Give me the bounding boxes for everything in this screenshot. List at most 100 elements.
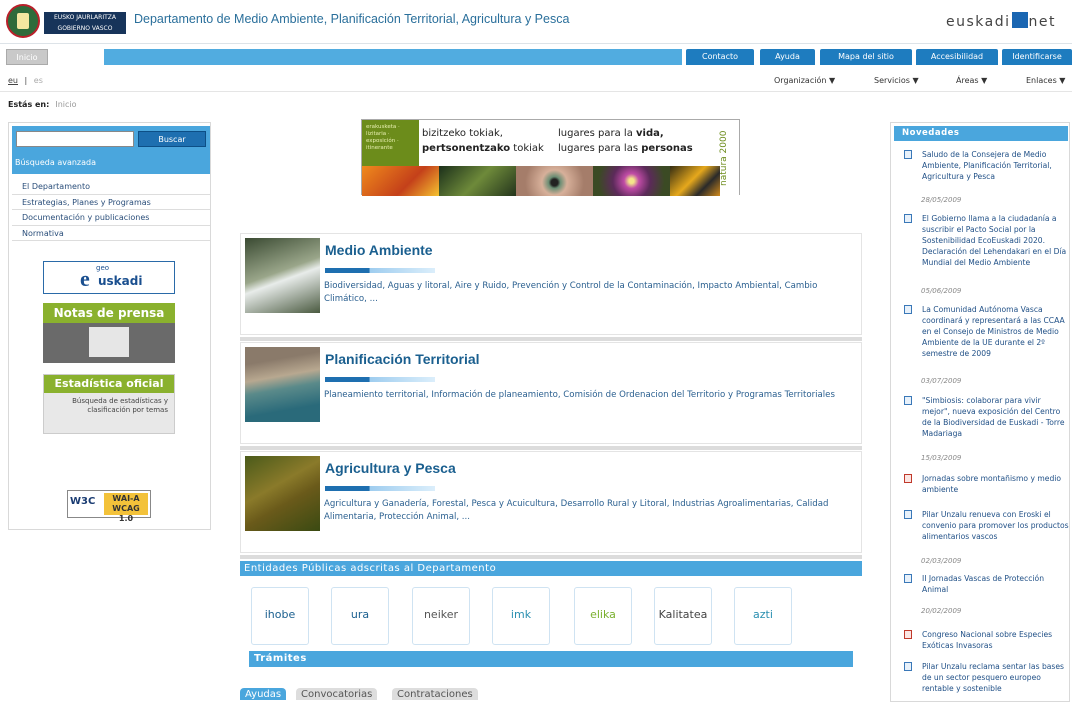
section-desc-planificacion[interactable]: Planeamiento territorial, Información de… [324,389,844,402]
estadistica-oficial-label: Estadística oficial [44,375,174,393]
hero-es-line2: lugares para las personas [558,141,716,156]
wai-a-text: WAI-A [112,494,140,503]
pdf-icon [904,630,912,639]
section-desc-agricultura[interactable]: Agricultura y Ganadería, Forestal, Pesca… [324,498,844,524]
salamander-photo [670,166,720,196]
euskadinet-logo-left: euskadi [946,14,1011,30]
news-date: 03/07/2009 [921,377,962,385]
department-title[interactable]: Departamento de Medio Ambiente, Planific… [134,12,569,26]
news-text: Pilar Unzalu renueva con Eroski el conve… [922,510,1069,541]
news-text: Jornadas sobre montañismo y medio ambien… [922,474,1062,494]
press-image [89,327,129,357]
entity-logo-6[interactable]: azti [734,587,792,645]
section-title-planificacion[interactable]: Planificación Territorial [325,351,480,367]
advanced-search-link[interactable]: Búsqueda avanzada [15,158,96,167]
tramites-header: Trámites [249,651,853,667]
menu-organizacion-label: Organización [774,76,827,85]
left-menu-item-estrategias[interactable]: Estrategias, Planes y Programas [12,195,210,210]
tab-contrataciones[interactable]: Contrataciones [392,688,478,700]
gobierno-vasco-seal-icon [6,4,40,38]
entity-name: ihobe [264,608,296,621]
entidades-header: Entidades Públicas adscritas al Departam… [240,561,862,576]
news-text: Pilar Unzalu reclama sentar las bases de… [922,662,1064,693]
estadistica-oficial-banner[interactable]: Estadística oficial Búsqueda de estadíst… [43,374,175,434]
contacto-button[interactable]: Contacto [686,49,754,65]
hero-es-line2-text: lugares para las [558,143,639,154]
search-button[interactable]: Buscar [138,131,206,147]
wcag-text: WCAG 1.0 [112,504,140,523]
entity-name: imk [510,608,532,621]
news-text: La Comunidad Autónoma Vasca coordinará y… [922,305,1065,358]
inicio-button[interactable]: Inicio [6,49,48,65]
section-title-agricultura[interactable]: Agricultura y Pesca [325,460,456,476]
left-menu-item-departamento[interactable]: El Departamento [12,179,210,195]
hero-es-line1-text: lugares para la [558,128,633,139]
entity-name: azti [753,608,773,621]
medio-ambiente-image [245,238,320,313]
section-bar [325,268,435,273]
gobierno-vasco-logo[interactable]: EUSKO JAURLARITZA GOBIERNO VASCO [6,4,126,38]
plant-photo [439,166,516,196]
page-icon [904,150,912,159]
hero-es-line1: lugares para la vida, [558,126,716,141]
lang-es-link[interactable]: es [34,76,43,85]
breadcrumb: Estás en: Inicio [8,100,77,109]
menu-areas[interactable]: Áreas ▼ [956,76,987,85]
gov-name: EUSKO JAURLARITZA GOBIERNO VASCO [44,12,126,34]
accesibilidad-button[interactable]: Accesibilidad [916,49,998,65]
section-planificacion-territorial: Planificación Territorial Planeamiento t… [240,342,862,444]
entity-logo-5[interactable]: Kalitatea [654,587,712,645]
notas-de-prensa-banner[interactable]: Notas de prensa [43,303,175,363]
euskadinet-logo[interactable]: euskadi net [946,12,1056,30]
sub-navigation: eu | es Organización ▼ Servicios ▼ Áreas… [0,70,1072,92]
tab-convocatorias[interactable]: Convocatorias [296,688,378,700]
agricultura-image [245,456,320,531]
entity-logo-1[interactable]: ura [331,587,389,645]
top-navigation: Inicio Contacto Ayuda Mapa del sitio Acc… [0,47,1072,67]
nav-strip [104,49,682,65]
search-input[interactable] [16,131,134,147]
w3c-wai-badge[interactable]: W3C WAI-A WCAG 1.0 [67,490,151,523]
section-desc-medio-ambiente[interactable]: Biodiversidad, Aguas y litoral, Aire y R… [324,280,844,306]
entity-name: ura [350,608,370,621]
estadistica-description: Búsqueda de estadísticas y clasificación… [72,397,168,414]
section-divider [240,446,862,450]
news-date: 05/06/2009 [921,287,962,295]
page-icon [904,305,912,314]
caret-down-icon: ▼ [1059,76,1066,85]
left-menu-item-normativa[interactable]: Normativa [12,226,210,241]
entity-name: elika [590,608,616,621]
entity-logo-3[interactable]: imk [492,587,550,645]
natura-2000-label: natura 2000 [719,120,739,196]
lang-eu-link[interactable]: eu [8,76,18,85]
news-date: 15/03/2009 [921,454,962,462]
menu-organizacion[interactable]: Organización ▼ [774,76,835,85]
identificarse-button[interactable]: Identificarse [1002,49,1072,65]
news-text: Saludo de la Consejera de Medio Ambiente… [922,150,1052,181]
geoeuskadi-banner[interactable]: e geo uskadi [43,261,175,294]
caret-down-icon: ▼ [912,76,919,85]
news-text: II Jornadas Vascas de Protección Animal [922,574,1045,594]
geoeuskadi-word: uskadi [98,274,143,288]
tab-ayudas[interactable]: Ayudas [240,688,287,700]
news-text: Congreso Nacional sobre Especies Exótica… [922,630,1053,650]
natura-2000-banner[interactable]: erakusketa · lizitaria · exposición · it… [361,119,740,196]
hero-es-line1-bold: vida, [636,128,664,139]
entity-name: neiker [423,608,459,621]
breadcrumb-inicio[interactable]: Inicio [55,100,76,109]
menu-servicios[interactable]: Servicios ▼ [874,76,919,85]
flower-photo [362,166,439,196]
entity-logo-0[interactable]: ihobe [251,587,309,645]
caret-down-icon: ▼ [828,76,836,85]
exposicion-label: erakusketa · lizitaria · exposición · it… [362,120,419,166]
entity-logo-2[interactable]: neiker [412,587,470,645]
left-menu: El Departamento Estrategias, Planes y Pr… [12,179,210,241]
menu-enlaces[interactable]: Enlaces ▼ [1026,76,1065,85]
left-menu-item-documentacion[interactable]: Documentación y publicaciones [12,210,210,226]
caret-down-icon: ▼ [981,76,988,85]
pdf-icon [904,474,912,483]
entity-logo-4[interactable]: elika [574,587,632,645]
mapa-del-sitio-button[interactable]: Mapa del sitio [820,49,912,65]
ayuda-button[interactable]: Ayuda [760,49,815,65]
section-title-medio-ambiente[interactable]: Medio Ambiente [325,242,433,258]
